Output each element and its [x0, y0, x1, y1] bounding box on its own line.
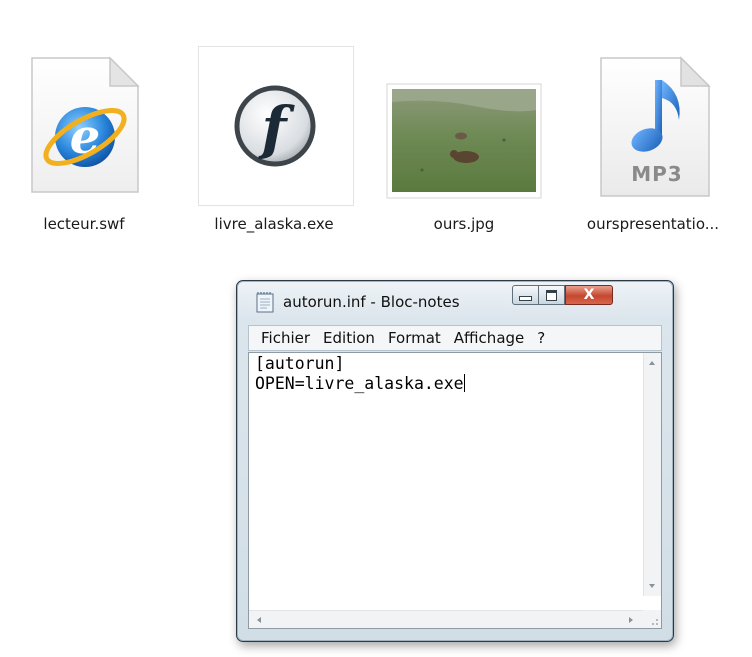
photo-thumbnail [386, 83, 542, 199]
close-icon: X [583, 287, 595, 303]
title-bar[interactable]: autorun.inf - Bloc-notes X [237, 281, 673, 321]
close-button[interactable]: X [565, 285, 613, 305]
scroll-left-arrow-icon[interactable] [257, 617, 261, 623]
editor-content: [autorun] OPEN=livre_alaska.exe [255, 354, 465, 394]
text-line: OPEN=livre_alaska.exe [255, 374, 464, 393]
vertical-scrollbar[interactable] [643, 353, 661, 596]
menu-help[interactable]: ? [537, 329, 545, 347]
file-name: lecteur.swf [43, 215, 125, 233]
menu-format[interactable]: Format [388, 329, 441, 347]
menu-affichage[interactable]: Affichage [454, 329, 524, 347]
maximize-button[interactable] [538, 285, 565, 305]
scroll-down-arrow-icon[interactable] [649, 584, 655, 588]
notepad-window: autorun.inf - Bloc-notes X Fichier Editi… [236, 280, 674, 642]
minimize-icon [519, 295, 532, 301]
resize-grip-icon[interactable] [643, 610, 661, 628]
notepad-icon [256, 292, 274, 313]
menu-bar: Fichier Edition Format Affichage ? [248, 325, 662, 351]
mp3-badge: MP3 [631, 162, 683, 186]
flash-player-icon: f [234, 85, 316, 167]
horizontal-scrollbar[interactable] [249, 610, 643, 628]
minimize-button[interactable] [512, 285, 539, 305]
maximize-icon [546, 289, 557, 301]
file-name: livre_alaska.exe [214, 215, 334, 233]
text-line: [autorun] [255, 354, 345, 373]
grip-dots-icon [652, 619, 658, 625]
file-name: ours.jpg [433, 215, 495, 233]
text-editor[interactable]: [autorun] OPEN=livre_alaska.exe [248, 352, 662, 629]
menu-fichier[interactable]: Fichier [261, 329, 310, 347]
menu-edition[interactable]: Edition [323, 329, 375, 347]
internet-explorer-icon: e [31, 56, 140, 193]
file-name: ourspresentatio... [586, 215, 720, 233]
mp3-file-icon [600, 56, 711, 197]
window-title: autorun.inf - Bloc-notes [283, 293, 460, 311]
scroll-up-arrow-icon[interactable] [649, 361, 655, 365]
text-caret [463, 374, 465, 392]
scroll-right-arrow-icon[interactable] [629, 617, 633, 623]
